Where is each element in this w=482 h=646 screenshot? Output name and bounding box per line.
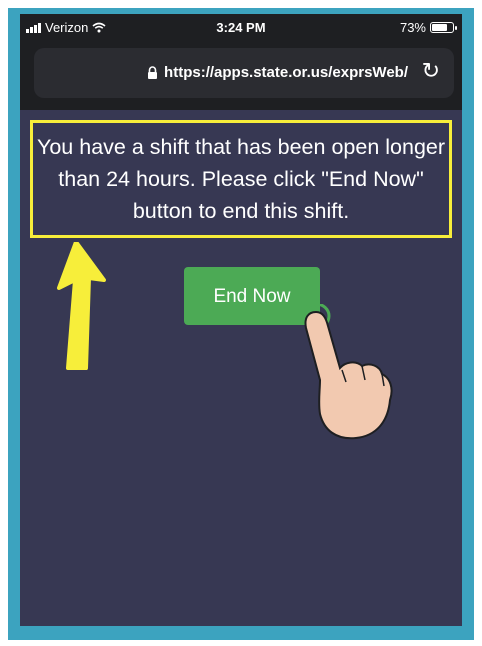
address-bar[interactable]: https://apps.state.or.us/exprsWeb/ ↻ (34, 48, 454, 98)
lock-icon (148, 66, 158, 79)
status-right: 73% (399, 20, 457, 35)
message-text: You have a shift that has been open long… (36, 135, 446, 223)
shift-warning-message: You have a shift that has been open long… (30, 120, 452, 238)
url-text: https://apps.state.or.us/exprsWeb/ (164, 64, 408, 81)
battery-percent: 73% (399, 20, 426, 35)
phone-screen: Verizon 3:24 PM 73% https://apps.state.o… (20, 14, 462, 626)
battery-icon (430, 22, 457, 33)
pointing-hand-icon (301, 304, 393, 440)
reload-icon[interactable]: ↻ (422, 58, 440, 84)
status-time: 3:24 PM (216, 20, 266, 35)
browser-toolbar: https://apps.state.or.us/exprsWeb/ ↻ (20, 40, 462, 110)
status-bar: Verizon 3:24 PM 73% (20, 14, 462, 40)
yellow-arrow-icon (57, 242, 106, 370)
url-display[interactable]: https://apps.state.or.us/exprsWeb/ (147, 64, 408, 81)
